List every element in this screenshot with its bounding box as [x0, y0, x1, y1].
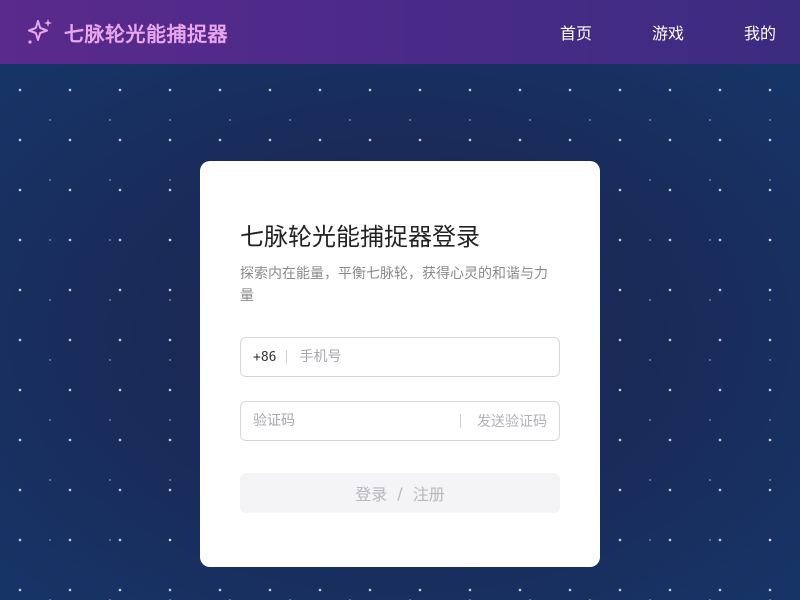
phone-field[interactable]: +86	[240, 337, 560, 377]
brand-title: 七脉轮光能捕捉器	[64, 21, 228, 46]
login-card: 七脉轮光能捕捉器登录 探索内在能量，平衡七脉轮，获得心灵的和谐与力量 +86 发…	[200, 161, 600, 567]
register-label: 注册	[412, 485, 445, 504]
country-code-prefix[interactable]: +86	[253, 350, 276, 365]
top-navbar: 七脉轮光能捕捉器 首页 游戏 我的	[0, 0, 800, 64]
submit-divider: /	[397, 483, 403, 503]
main-nav: 首页 游戏 我的	[500, 20, 776, 44]
nav-games[interactable]: 游戏	[648, 20, 684, 44]
phone-input[interactable]	[299, 349, 547, 365]
verification-code-input[interactable]	[253, 413, 448, 429]
login-subtitle: 探索内在能量，平衡七脉轮，获得心灵的和谐与力量	[240, 266, 548, 304]
code-divider	[460, 414, 461, 428]
sparkles-icon	[28, 19, 52, 44]
nav-home[interactable]: 首页	[556, 20, 592, 44]
verification-code-field[interactable]: 发送验证码	[240, 401, 560, 441]
login-title: 七脉轮光能捕捉器登录	[240, 223, 480, 251]
login-label: 登录	[355, 485, 388, 504]
prefix-divider	[286, 350, 288, 364]
brand[interactable]: 七脉轮光能捕捉器	[24, 16, 228, 48]
send-code-button[interactable]: 发送验证码	[477, 411, 547, 431]
login-register-button[interactable]: 登录 / 注册	[240, 473, 560, 513]
nav-profile[interactable]: 我的	[740, 20, 776, 44]
